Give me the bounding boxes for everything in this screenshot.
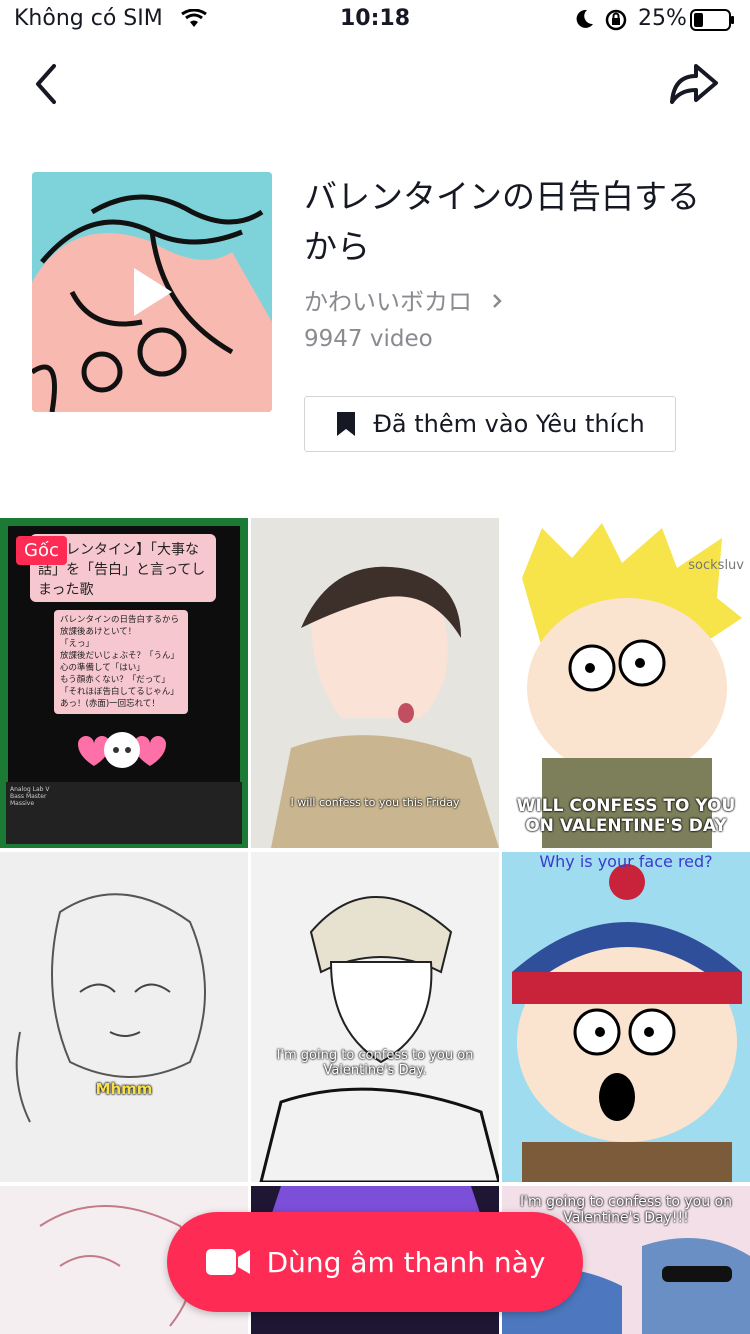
sound-title: バレンタインの日告白するから (304, 177, 700, 266)
video-thumbnail[interactable]: Mhmm (0, 852, 248, 1182)
rotation-lock-icon (604, 8, 628, 38)
video-thumbnail[interactable]: I will confess to you this Friday (251, 518, 499, 848)
video-caption: WILL CONFESS TO YOU ON VALENTINE'S DAY (516, 796, 736, 836)
back-button[interactable] (28, 62, 68, 106)
sketch-girl-illustration (15, 893, 206, 1123)
cartoon-hat-boy-illustration (512, 864, 742, 1182)
video-thumbnail[interactable]: socksluv WILL CONFESS TO YOU ON VALENTIN… (502, 518, 750, 848)
artist-name: かわいいボカロ (304, 288, 472, 316)
sound-cover[interactable] (32, 172, 272, 412)
lyric-line: もう顔赤くない？「だって」 (60, 675, 170, 685)
video-caption: I will confess to you this Friday (290, 796, 460, 809)
lyric-line: バレンタインの日告白するから (60, 615, 180, 625)
track-name: Analog Lab V (10, 786, 50, 793)
lyrics-box: バレンタインの日告白するから 放課後あけといて！ 「えっ」 放課後だいじょぶそ？… (54, 610, 188, 714)
video-caption: Mhmm (95, 1080, 153, 1098)
share-button[interactable] (668, 62, 720, 106)
track-name: Bass Master (10, 793, 47, 800)
use-sound-button[interactable]: Dùng âm thanh này (167, 1212, 583, 1312)
lyric-line: 心の準備して「はい」 (60, 663, 145, 673)
nav-bar (0, 50, 750, 120)
video-thumbnail[interactable]: I'm going to confess to you on Valentine… (251, 852, 499, 1182)
video-caption: Why is your face red? (539, 852, 713, 871)
lyric-line: 「えっ」 (60, 639, 95, 649)
video-count: 9947 video (304, 326, 433, 352)
status-bar: Không có SIM 10:18 25% (0, 0, 750, 40)
lyric-line: あっ！(赤面)一回忘れて！ (60, 699, 160, 709)
play-icon[interactable] (130, 264, 176, 320)
lyric-line: 放課後だいじょぶそ？「うん」 (60, 651, 180, 661)
video-watermark: socksluv (688, 558, 744, 573)
track-name: Massive (10, 800, 35, 807)
video-thumbnail[interactable]: Why is your face red? (502, 852, 750, 1182)
battery-icon (690, 8, 736, 38)
track-list: Analog Lab V Bass Master Massive (6, 782, 242, 844)
chevron-left-icon (36, 64, 56, 104)
artist-link[interactable]: かわいいボカロ (304, 282, 504, 317)
original-badge: Gốc (16, 536, 67, 565)
battery-percent: 25% (638, 6, 687, 31)
lyric-line: 「それほぼ告白してるじゃん」 (60, 687, 179, 697)
use-sound-label: Dùng âm thanh này (266, 1245, 546, 1279)
character-illustration (78, 732, 166, 768)
video-camera-icon (205, 1249, 250, 1275)
lyric-line: 放課後あけといて！ (60, 627, 137, 637)
sketch-boy-illustration (259, 896, 499, 1182)
share-icon (670, 64, 718, 104)
bookmark-icon (337, 412, 356, 436)
video-thumbnail[interactable]: 【バレンタイン】「大事な話」を「告白」と言ってしまった歌 バレンタインの日告白す… (0, 518, 248, 848)
favorite-label: Đã thêm vào Yêu thích (373, 410, 645, 438)
moon-icon (573, 8, 595, 36)
favorite-button[interactable]: Đã thêm vào Yêu thích (304, 396, 676, 452)
chevron-right-icon (490, 288, 504, 316)
video-caption: I'm going to confess to you on Valentine… (276, 1048, 474, 1078)
